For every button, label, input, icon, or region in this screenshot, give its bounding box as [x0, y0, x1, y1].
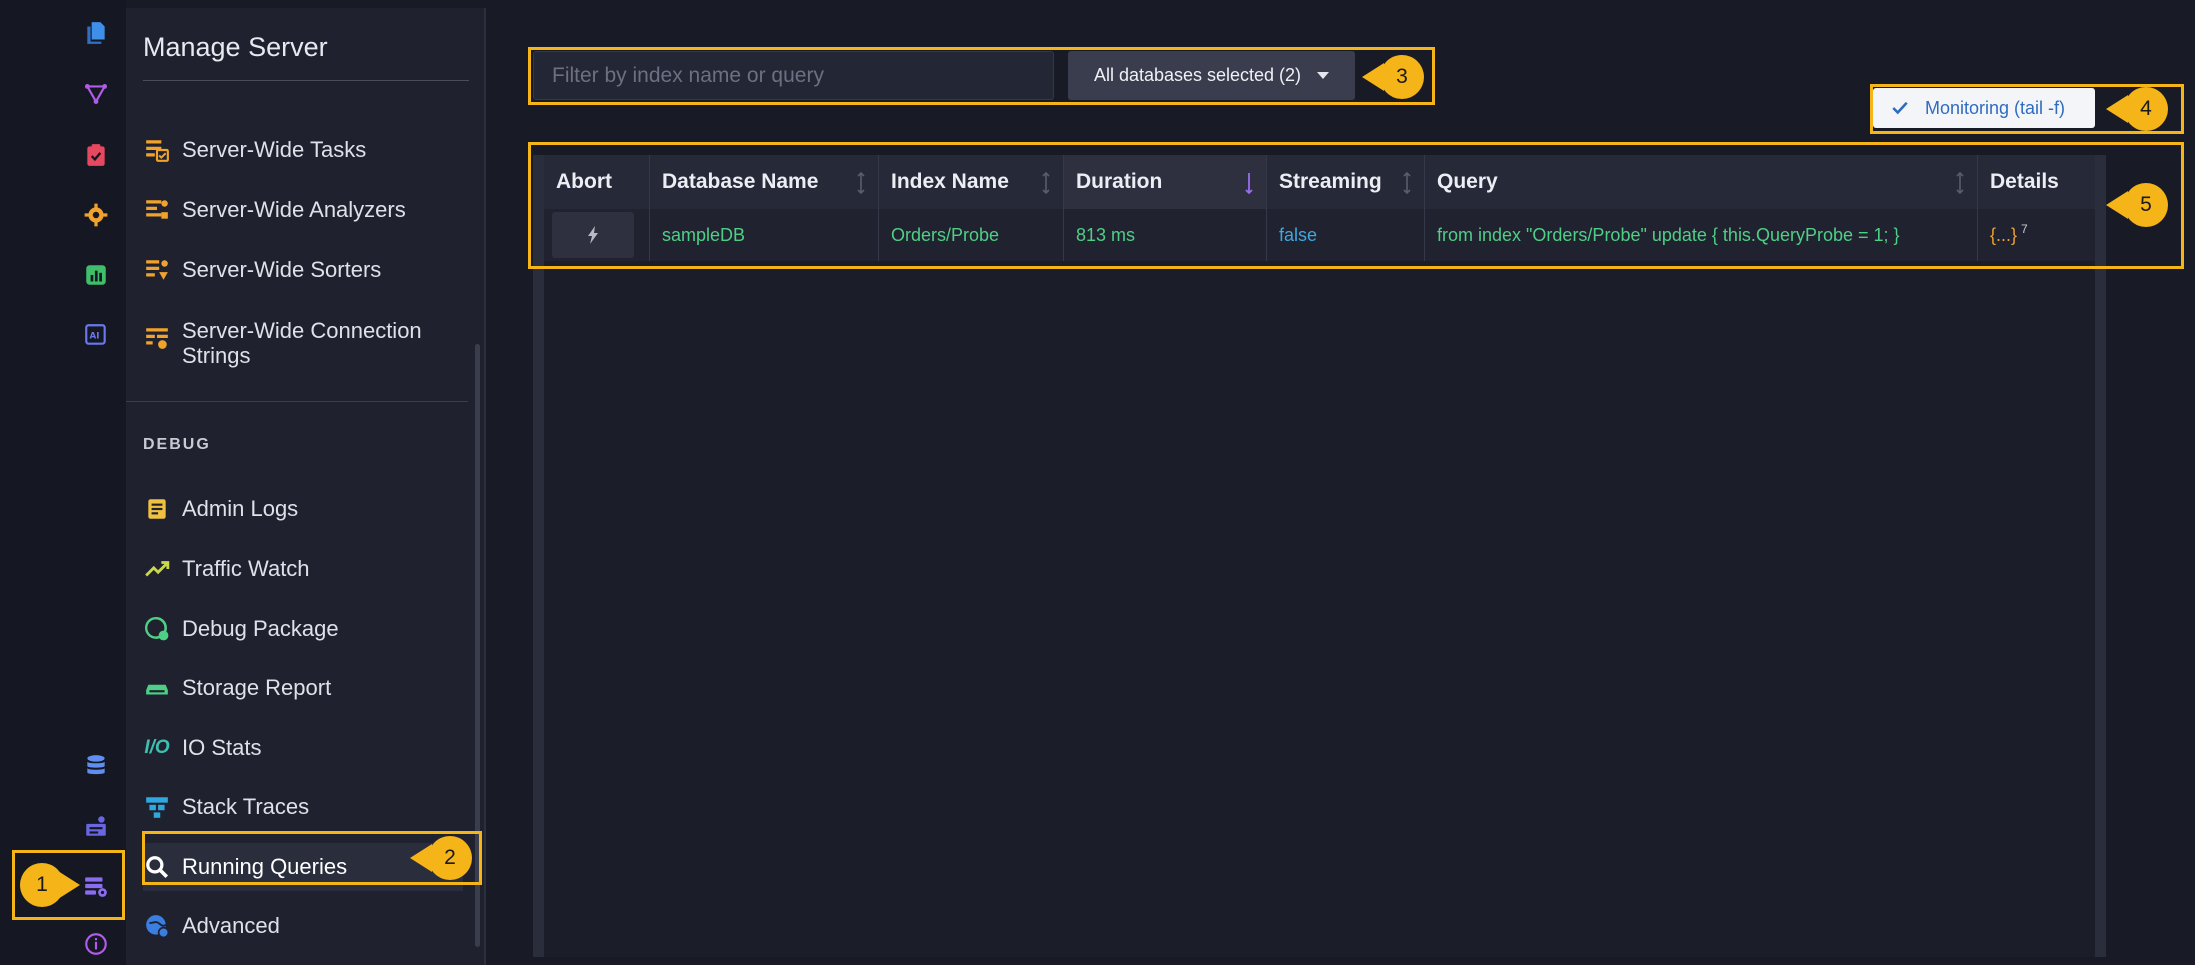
- sorters-icon: [143, 256, 171, 284]
- details-link[interactable]: {...}: [1990, 225, 2017, 246]
- menu-item-server-wide-sorters[interactable]: Server-Wide Sorters: [143, 246, 463, 294]
- table-left-border: [533, 155, 544, 957]
- indexes-icon[interactable]: [80, 78, 112, 110]
- caret-down-icon: [1317, 72, 1330, 79]
- connection-strings-icon: [143, 324, 171, 352]
- menu-item-label: Server-Wide Tasks: [182, 137, 367, 162]
- sort-icon[interactable]: [856, 172, 866, 194]
- menu-item-label: Server-Wide Sorters: [182, 257, 382, 282]
- table-body: [533, 155, 2106, 957]
- table-scrollbar[interactable]: [2095, 155, 2106, 957]
- column-header-duration[interactable]: Duration: [1064, 155, 1267, 209]
- filter-input[interactable]: [533, 51, 1054, 100]
- table-header: Abort Database Name Index Name Duration …: [544, 155, 2095, 209]
- menu-item-storage-report[interactable]: Storage Report: [143, 664, 463, 712]
- stats-icon[interactable]: [80, 259, 112, 291]
- abort-cell: [544, 209, 650, 261]
- settings-gear-icon[interactable]: [80, 199, 112, 231]
- app-root: AI Manage Server Server-Wide Tasks Serve…: [0, 0, 2195, 965]
- documents-icon[interactable]: [80, 17, 112, 49]
- menu-item-traffic-watch[interactable]: Traffic Watch: [143, 545, 463, 593]
- database-name-cell: sampleDB: [650, 209, 879, 261]
- table-row: sampleDB Orders/Probe 813 ms false from …: [544, 209, 2095, 261]
- menu-item-server-wide-connection-strings[interactable]: Server-Wide Connection Strings: [143, 312, 463, 376]
- sort-icon[interactable]: [1041, 172, 1051, 194]
- menu-item-label: Admin Logs: [182, 496, 299, 521]
- manage-server-icon[interactable]: [80, 870, 112, 902]
- divider: [143, 80, 469, 81]
- menu-item-label: Storage Report: [182, 675, 332, 700]
- databases-icon[interactable]: [80, 750, 112, 782]
- menu-item-io-stats[interactable]: I/O IO Stats: [143, 724, 463, 772]
- sort-icon[interactable]: [1402, 172, 1412, 194]
- svg-text:AI: AI: [90, 331, 100, 341]
- column-header-streaming[interactable]: Streaming: [1267, 155, 1425, 209]
- details-count: 7: [2021, 222, 2028, 236]
- monitoring-label: Monitoring (tail -f): [1925, 97, 2066, 118]
- tasks-icon[interactable]: [80, 139, 112, 171]
- lightning-icon: [588, 226, 598, 244]
- menu-item-stack-traces[interactable]: Stack Traces: [143, 783, 463, 831]
- database-select-dropdown[interactable]: All databases selected (2): [1068, 51, 1355, 100]
- menu-item-label: IO Stats: [182, 735, 262, 760]
- menu-item-label: Debug Package: [182, 616, 339, 641]
- sort-icon[interactable]: [1955, 172, 1965, 194]
- column-header-database-name[interactable]: Database Name: [650, 155, 879, 209]
- io-stats-icon: I/O: [144, 737, 170, 758]
- menu-item-running-queries[interactable]: Running Queries: [143, 843, 463, 891]
- running-queries-table: Abort Database Name Index Name Duration …: [533, 155, 2106, 957]
- monitoring-toggle-button[interactable]: Monitoring (tail -f): [1873, 88, 2095, 128]
- duration-cell: 813 ms: [1064, 209, 1267, 261]
- column-label: Streaming: [1279, 170, 1382, 193]
- menu-item-advanced[interactable]: Advanced: [143, 902, 463, 950]
- menu-item-admin-logs[interactable]: Admin Logs: [143, 485, 463, 533]
- menu-title: Manage Server: [143, 32, 328, 62]
- menu-item-label: Traffic Watch: [182, 556, 310, 581]
- menu-item-server-wide-analyzers[interactable]: Server-Wide Analyzers: [143, 186, 463, 234]
- details-cell[interactable]: {...} 7: [1978, 209, 2095, 261]
- check-icon: [1892, 101, 1908, 115]
- divider: [126, 401, 468, 402]
- streaming-cell: false: [1267, 209, 1425, 261]
- stack-traces-icon: [143, 793, 171, 821]
- menu-scrollbar[interactable]: [475, 344, 480, 947]
- query-cell: from index "Orders/Probe" update { this.…: [1425, 209, 1978, 261]
- column-label: Query: [1437, 170, 1498, 193]
- info-icon[interactable]: [80, 928, 112, 960]
- server-tasks-icon: [143, 136, 171, 164]
- column-header-abort: Abort: [544, 155, 650, 209]
- menu-item-label: Advanced: [182, 913, 280, 938]
- column-label: Index Name: [891, 170, 1009, 193]
- column-header-query[interactable]: Query: [1425, 155, 1978, 209]
- advanced-icon: [143, 912, 171, 940]
- traffic-watch-icon: [143, 555, 171, 583]
- menu-item-label: Stack Traces: [182, 794, 310, 819]
- cluster-icon[interactable]: [80, 810, 112, 842]
- ai-integration-icon[interactable]: AI: [80, 319, 112, 351]
- running-queries-view: All databases selected (2) Monitoring (t…: [488, 0, 2195, 965]
- column-label: Abort: [556, 170, 612, 193]
- debug-section-label: DEBUG: [143, 436, 211, 453]
- menu-item-debug-package[interactable]: Debug Package: [143, 605, 463, 653]
- menu-item-label: Server-Wide Connection Strings: [182, 318, 422, 368]
- menu-item-label: Running Queries: [182, 854, 348, 879]
- column-label: Database Name: [662, 170, 819, 193]
- storage-report-icon: [143, 674, 171, 702]
- sort-descending-icon[interactable]: [1244, 172, 1254, 194]
- column-label: Duration: [1076, 170, 1163, 193]
- abort-query-button[interactable]: [552, 212, 634, 258]
- icon-rail: AI: [0, 0, 126, 965]
- column-label: Details: [1990, 170, 2059, 193]
- column-header-index-name[interactable]: Index Name: [879, 155, 1064, 209]
- admin-logs-icon: [143, 495, 171, 523]
- column-header-details: Details: [1978, 155, 2095, 209]
- menu-item-server-wide-tasks[interactable]: Server-Wide Tasks: [143, 126, 463, 174]
- debug-package-icon: [143, 615, 171, 643]
- running-queries-icon: [143, 853, 171, 881]
- database-select-label: All databases selected (2): [1093, 65, 1302, 85]
- manage-server-menu: Manage Server Server-Wide Tasks Server-W…: [126, 8, 486, 965]
- index-name-cell: Orders/Probe: [879, 209, 1064, 261]
- menu-item-label: Server-Wide Analyzers: [182, 197, 406, 222]
- analyzers-icon: [143, 196, 171, 224]
